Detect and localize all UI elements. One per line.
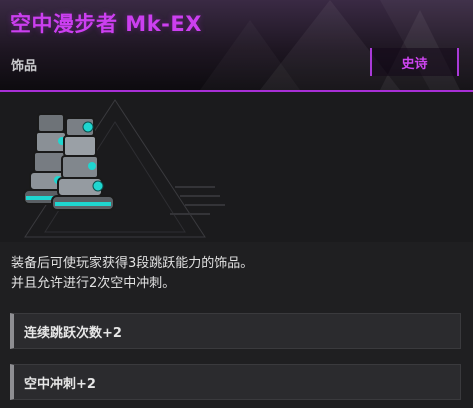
item-header: 空中漫步者 Mk-EX 饰品 史诗 <box>0 0 473 90</box>
stat-label: 连续跳跃次数+2 <box>24 325 122 341</box>
item-description: 装备后可使玩家获得3段跳跃能力的饰品。 并且允许进行2次空中冲刺。 <box>11 254 461 294</box>
stat-label: 空中冲刺+2 <box>24 376 96 392</box>
stat-box-jump-count: 连续跳跃次数+2 <box>10 313 461 349</box>
item-image-area <box>0 92 473 242</box>
description-line: 并且允许进行2次空中冲刺。 <box>11 276 176 291</box>
stat-box-air-dash: 空中冲刺+2 <box>10 364 461 400</box>
item-tooltip-card: 空中漫步者 Mk-EX 饰品 史诗 装备后可使玩家获得3段跳跃能力的饰品。 并且… <box>0 0 473 408</box>
item-name: 空中漫步者 Mk-EX <box>10 12 202 36</box>
item-category: 饰品 <box>11 59 38 74</box>
rarity-badge: 史诗 <box>370 48 459 76</box>
description-line: 装备后可使玩家获得3段跳跃能力的饰品。 <box>11 256 254 271</box>
rocket-boots-icon <box>23 113 115 211</box>
